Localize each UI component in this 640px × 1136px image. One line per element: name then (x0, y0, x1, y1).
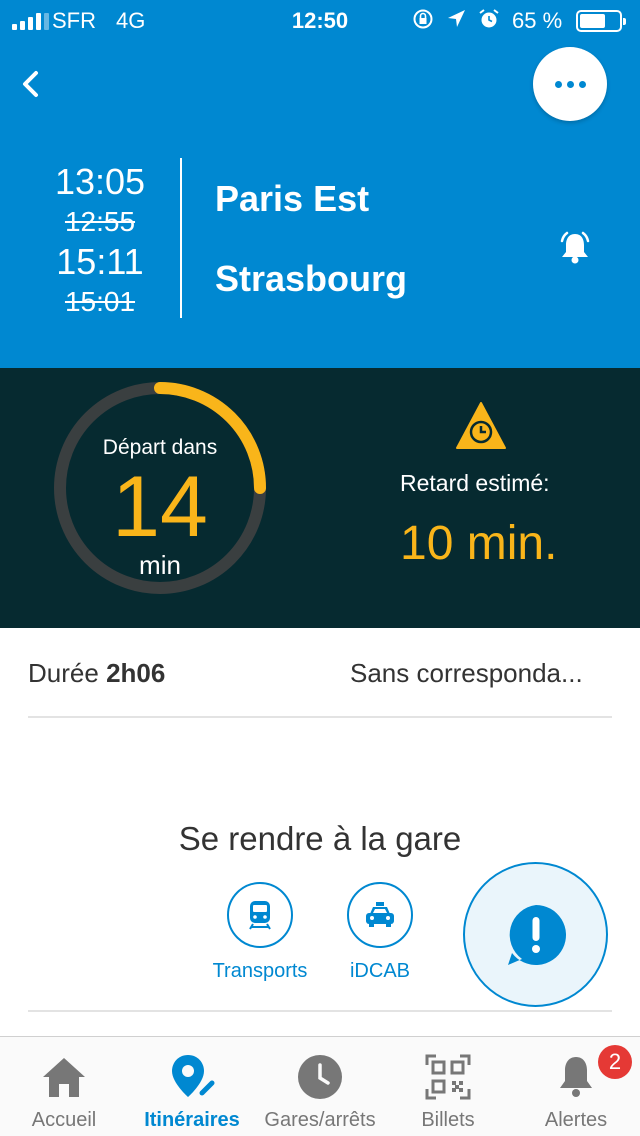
departure-time: 13:05 (54, 161, 146, 202)
trip-times: 13:05 12:55 15:11 15:01 (40, 162, 160, 322)
idcab-button[interactable]: iDCAB (338, 882, 422, 983)
more-dot-icon (554, 80, 562, 88)
countdown-unit: min (139, 550, 181, 580)
battery-icon (576, 10, 626, 32)
alarm-clock-icon (479, 9, 499, 28)
countdown-label: Départ dans (102, 436, 218, 459)
battery-percent: 65 % (512, 8, 563, 33)
arrival-time-scheduled: 15:01 (64, 286, 136, 317)
origin-station: Paris Est (215, 178, 370, 219)
qr-code-icon (425, 1054, 471, 1100)
location-arrow-icon (448, 10, 465, 27)
tab-alertes[interactable]: 2 Alertes (512, 1037, 640, 1136)
departure-time-scheduled: 12:55 (64, 206, 136, 237)
rotation-lock-icon (413, 9, 433, 29)
arrival-time: 15:11 (56, 241, 144, 282)
system-icons (412, 8, 500, 30)
trip-header: 13:05 12:55 15:11 15:01 Paris Est Strasb… (0, 40, 640, 368)
transports-label: Transports (212, 960, 308, 982)
duration-label: Durée (28, 658, 99, 688)
bell-alert-icon[interactable] (555, 228, 595, 268)
delay-warning-icon (456, 402, 506, 449)
feedback-button[interactable] (463, 862, 608, 1007)
duration-value: 2h06 (106, 658, 166, 688)
route-pin-icon (172, 1055, 215, 1097)
section-divider (28, 1010, 612, 1012)
bell-icon (560, 1057, 592, 1097)
idcab-label: iDCAB (349, 960, 410, 982)
connections-info[interactable]: Sans corresponda... (350, 658, 612, 689)
destination-station: Strasbourg (215, 258, 408, 299)
feedback-alert-icon (507, 904, 566, 965)
train-icon (249, 901, 271, 930)
trip-duration: Durée 2h06 (28, 658, 165, 689)
trip-info-row: Durée 2h06 Sans corresponda... (28, 628, 612, 718)
tab-gares-arrets[interactable]: Gares/arrêts (256, 1037, 384, 1136)
tab-label: Accueil (31, 1109, 97, 1131)
tab-label: Billets (421, 1109, 475, 1131)
tab-itineraires[interactable]: Itinéraires (128, 1037, 256, 1136)
clock-icon (298, 1055, 342, 1099)
departure-countdown: Départ dans 14 min (50, 378, 270, 598)
tab-billets[interactable]: Billets (384, 1037, 512, 1136)
access-title: Se rendre à la gare (178, 820, 462, 857)
departure-panel: Départ dans 14 min Retard estimé: 10 min… (0, 368, 640, 628)
home-icon (43, 1058, 85, 1097)
status-bar: SFR 4G 12:50 65 % (0, 0, 640, 40)
countdown-minutes: 14 (112, 459, 208, 555)
delay-label: Retard estimé: (400, 470, 550, 496)
tab-accueil[interactable]: Accueil (0, 1037, 128, 1136)
delay-value: 10 min. (400, 517, 558, 570)
tab-label: Itinéraires (144, 1109, 240, 1131)
tab-label: Gares/arrêts (264, 1109, 376, 1131)
alerts-badge: 2 (598, 1045, 632, 1079)
chevron-left-icon (23, 71, 38, 97)
tab-label: Alertes (544, 1109, 608, 1131)
header-divider (180, 158, 182, 318)
taxi-icon (366, 902, 394, 927)
back-button[interactable] (10, 64, 50, 104)
transports-button[interactable]: Transports (205, 882, 315, 983)
tab-bar: Accueil Itinéraires Gares/arrêts Billets (0, 1036, 640, 1136)
more-options-button[interactable] (533, 47, 607, 121)
